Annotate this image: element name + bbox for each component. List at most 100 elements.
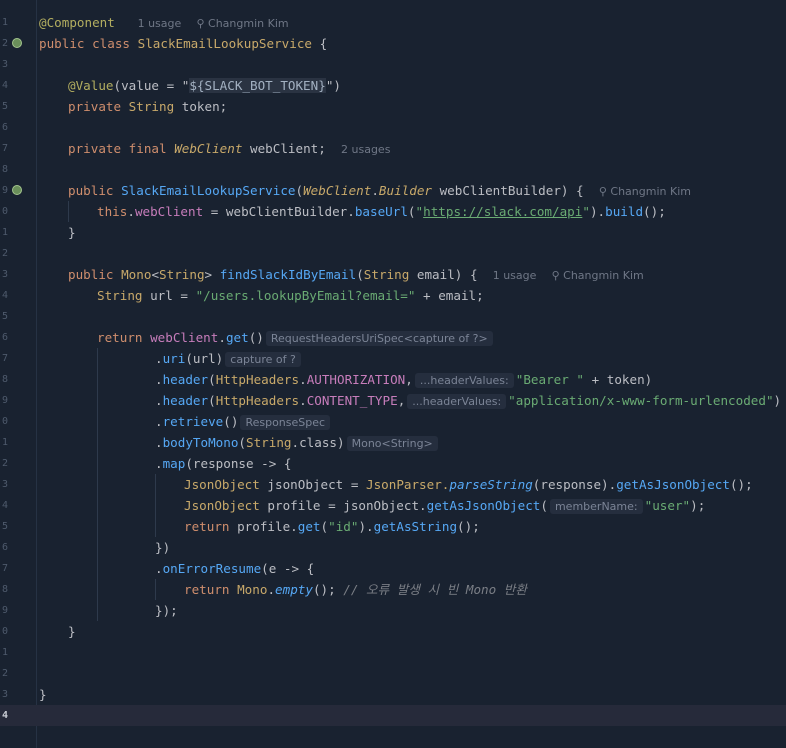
type-hint: capture of ? (225, 352, 301, 367)
code-line: 8 .header(HttpHeaders.AUTHORIZATION, ...h… (0, 369, 786, 390)
line-content: .uri(url) capture of ? (155, 348, 303, 370)
code-text: ); (690, 498, 706, 513)
keyword: class (92, 36, 131, 51)
author-hint[interactable]: Changmin Kim (610, 185, 691, 198)
property-placeholder[interactable]: ${SLACK_BOT_TOKEN} (189, 78, 326, 93)
code-line: 8 (0, 159, 786, 180)
line-number: 2 (1, 248, 8, 259)
line-content: this.webClient = webClientBuilder.baseUr… (97, 204, 666, 219)
code-line: 3 public Mono<String> findSlackIdByEmail… (0, 264, 786, 285)
line-number: 9 (1, 395, 8, 406)
line-content: private final WebClient webClient; 2 usa… (68, 138, 390, 160)
code-text: jsonObject = (259, 477, 366, 492)
usage-hint[interactable]: 1 usage (493, 269, 537, 282)
code-line: 7 private final WebClient webClient; 2 u… (0, 138, 786, 159)
line-content: @Component 1 usage ⚲ Changmin Kim (39, 12, 289, 34)
line-number: 4 (1, 80, 8, 91)
line-number: 2 (1, 38, 8, 49)
field: CONTENT_TYPE (306, 393, 398, 408)
code-line: 3 } (0, 684, 786, 705)
type: String (246, 435, 292, 450)
code-text: . (218, 330, 226, 345)
code-line: 5 return profile.get("id").getAsString()… (0, 516, 786, 537)
line-number: 3 (1, 689, 8, 700)
code-text: . (155, 561, 163, 576)
line-number: 3 (1, 479, 8, 490)
line-number: 4 (1, 290, 8, 301)
type: Mono (121, 267, 152, 282)
author-icon: ⚲ (551, 269, 560, 282)
annotation: @Component (39, 15, 115, 30)
code-line: 4 JsonObject profile = jsonObject.getAsJ… (0, 495, 786, 516)
line-number: 1 (1, 227, 8, 238)
code-text: (response -> { (185, 456, 292, 471)
param-hint: ...headerValues: (407, 394, 507, 409)
line-content: } (68, 225, 76, 240)
line-number: 2 (1, 668, 8, 679)
code-line: 0 this.webClient = webClientBuilder.base… (0, 201, 786, 222)
line-number: 9 (1, 185, 8, 196)
bean-icon[interactable] (12, 38, 22, 48)
keyword: return (184, 582, 230, 597)
line-number: 3 (1, 59, 8, 70)
param-hint: memberName: (549, 499, 643, 514)
code-line: 7 .uri(url) capture of ? (0, 348, 786, 369)
type: JsonObject (184, 498, 260, 513)
bean-icon[interactable] (12, 185, 22, 195)
type: HttpHeaders (215, 372, 300, 387)
keyword: this (97, 204, 128, 219)
line-number: 2 (1, 458, 8, 469)
code-text: (); (729, 477, 753, 492)
line-content: String url = "/users.lookupByEmail?email… (97, 285, 484, 306)
code-line: 9 .header(HttpHeaders.CONTENT_TYPE, ...he… (0, 390, 786, 411)
current-line[interactable]: 4 (0, 705, 786, 726)
method-call: baseUrl (354, 204, 408, 219)
line-number: 0 (1, 626, 8, 637)
line-content: .retrieve() ResponseSpec (155, 411, 332, 433)
keyword: public (68, 267, 114, 282)
string-literal: "id" (328, 519, 359, 534)
line-content: public class SlackEmailLookupService { (39, 33, 327, 54)
author-hint[interactable]: Changmin Kim (563, 269, 644, 282)
method-call: uri (162, 351, 186, 366)
code-text: webClientBuilder) { (432, 183, 584, 198)
line-number: 0 (1, 206, 8, 217)
code-line: 2 public class SlackEmailLookupService { (0, 33, 786, 54)
line-content: } (68, 624, 76, 639)
code-text: . (155, 393, 163, 408)
code-text: . (155, 372, 163, 387)
code-text: (value = " (113, 78, 190, 93)
method-call: bodyToMono (162, 435, 239, 450)
code-line: 1 (0, 642, 786, 663)
line-number: 5 (1, 101, 8, 112)
line-number: 3 (1, 269, 8, 280)
line-content: JsonObject jsonObject = JsonParser.parse… (184, 474, 753, 495)
line-number: 6 (1, 542, 8, 553)
usage-hint[interactable]: 2 usages (341, 143, 390, 156)
line-number: 1 (1, 647, 8, 658)
method-call: header (162, 372, 209, 387)
line-number: 6 (1, 122, 8, 133)
type: JsonObject (184, 477, 260, 492)
line-number: 1 (1, 17, 8, 28)
brace: { (312, 36, 328, 51)
code-text: . (127, 204, 135, 219)
type: String (159, 267, 205, 282)
line-number: 0 (1, 416, 8, 427)
code-line: 5 private String token; (0, 96, 786, 117)
url-link[interactable]: https://slack.com/api (423, 204, 582, 219)
string-literal: "/users.lookupByEmail?email=" (195, 288, 416, 303)
line-number: 8 (1, 374, 8, 385)
line-content: .header(HttpHeaders.CONTENT_TYPE, ...head… (155, 393, 782, 409)
code-text: (response). (532, 477, 617, 492)
usage-hint[interactable]: 1 usage (138, 17, 182, 30)
line-content: }) (155, 540, 171, 555)
type: Mono (237, 582, 268, 597)
type: WebClient (174, 141, 243, 156)
line-content: JsonObject profile = jsonObject.getAsJso… (184, 498, 706, 514)
code-text: url = (142, 288, 196, 303)
method-call: empty (275, 582, 313, 597)
type-hint: RequestHeadersUriSpec<capture of ?> (265, 331, 493, 346)
code-line: 2 .map(response -> { (0, 453, 786, 474)
author-hint[interactable]: Changmin Kim (208, 17, 289, 30)
